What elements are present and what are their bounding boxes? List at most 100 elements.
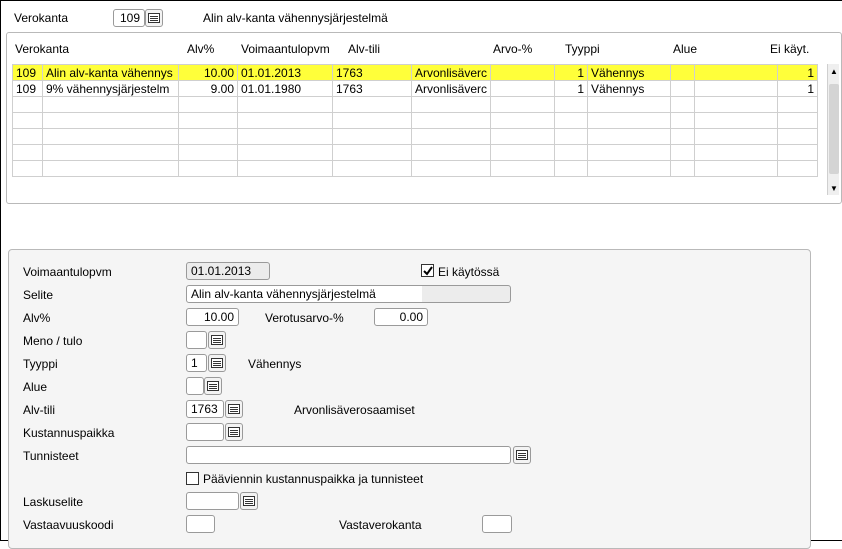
table-cell [332, 96, 412, 113]
vastaavuuskoodi-input[interactable] [186, 515, 215, 533]
alv-tili-name: Arvonlisäverosaamiset [294, 403, 415, 417]
table-cell [777, 128, 819, 145]
alue-lookup-button[interactable] [204, 377, 222, 395]
table-cell [694, 160, 779, 177]
table-cell [12, 96, 43, 113]
tunnisteet-lookup-button[interactable] [513, 446, 531, 464]
table-cell: Arvonlisäverc [410, 64, 492, 81]
table-cell [490, 128, 556, 145]
col-header-ei-kayt[interactable]: Ei käyt. [770, 42, 809, 56]
col-header-verokanta[interactable]: Verokanta [15, 42, 69, 56]
alv-tili-lookup-button[interactable] [225, 400, 243, 418]
laskuselite-lookup-button[interactable] [240, 492, 258, 510]
table-row[interactable] [12, 144, 819, 161]
vastaverokanta-input[interactable] [482, 515, 512, 533]
col-header-alv[interactable]: Alv% [187, 42, 214, 56]
list-icon [228, 404, 240, 414]
ei-kaytossa-checkbox[interactable] [421, 264, 434, 277]
checkmark-icon [422, 265, 433, 276]
table-cell [178, 144, 238, 161]
list-icon [516, 450, 528, 460]
table-cell: 1763 [332, 64, 412, 81]
kustannuspaikka-input[interactable] [186, 423, 224, 441]
table-cell [694, 64, 779, 81]
selite-label: Selite [23, 288, 54, 302]
table-cell: Alin alv-kanta vähennys [42, 64, 179, 81]
table-cell [670, 144, 696, 161]
col-header-tyyppi[interactable]: Tyyppi [565, 42, 600, 56]
table-cell [694, 96, 779, 113]
table-cell: 1 [554, 80, 589, 97]
kustannuspaikka-lookup-button[interactable] [225, 423, 243, 441]
scroll-up-icon[interactable]: ▲ [828, 64, 840, 78]
verokanta-lookup-button[interactable] [145, 9, 163, 27]
table-cell: Vähennys [587, 64, 672, 81]
table-cell: 1 [777, 64, 819, 81]
col-header-voimaantulopvm[interactable]: Voimaantulopvm [241, 42, 330, 56]
table-row[interactable]: 109 9% vähennysjärjestelm 9.00 01.01.1980 17… [12, 80, 819, 97]
table-cell [12, 160, 43, 177]
selite-input[interactable]: Alin alv-kanta vähennysjärjestelmä [186, 285, 511, 303]
table-cell [490, 144, 556, 161]
verotusarvo-input[interactable]: 0.00 [374, 308, 428, 326]
table-cell [42, 160, 179, 177]
table-row[interactable] [12, 112, 819, 129]
list-icon [243, 496, 255, 506]
table-cell [490, 80, 556, 97]
tyyppi-label: Tyyppi [23, 357, 58, 371]
meno-tulo-label: Meno / tulo [23, 334, 83, 348]
table-cell [237, 128, 333, 145]
list-icon [211, 335, 223, 345]
grid-scrollbar[interactable]: ▲ ▼ [827, 64, 839, 195]
vastaverokanta-label: Vastaverokanta [339, 518, 422, 532]
laskuselite-input[interactable] [186, 492, 239, 510]
alv-tili-input[interactable]: 1763 [186, 400, 224, 418]
col-header-arvo[interactable]: Arvo-% [493, 42, 532, 56]
tyyppi-input[interactable]: 1 [186, 354, 207, 372]
paaviennin-checkbox[interactable] [186, 472, 199, 485]
table-row[interactable] [12, 128, 819, 145]
col-header-alv-tili[interactable]: Alv-tili [348, 42, 380, 56]
alv-input[interactable]: 10.00 [186, 308, 239, 326]
table-cell [554, 96, 589, 113]
table-cell [12, 144, 43, 161]
col-header-alue[interactable]: Alue [673, 42, 697, 56]
alue-input[interactable] [186, 377, 204, 395]
table-row[interactable]: 109 Alin alv-kanta vähennys 10.00 01.01.201… [12, 64, 819, 81]
table-cell [178, 96, 238, 113]
alv-label: Alv% [23, 311, 51, 325]
table-cell [42, 144, 179, 161]
laskuselite-label: Laskuselite [23, 495, 84, 509]
table-cell [777, 112, 819, 129]
table-row[interactable] [12, 96, 819, 113]
table-cell [178, 112, 238, 129]
table-cell [178, 160, 238, 177]
table-cell [410, 112, 492, 129]
table-row[interactable] [12, 160, 819, 177]
table-cell [694, 144, 779, 161]
voimaantulopvm-field[interactable]: 01.01.2013 [186, 262, 270, 280]
table-cell [587, 160, 672, 177]
table-cell: 1 [554, 64, 589, 81]
table-cell [587, 96, 672, 113]
table-cell [587, 128, 672, 145]
meno-tulo-input[interactable] [186, 331, 207, 349]
verokanta-input[interactable]: 109 [113, 9, 145, 27]
ei-kaytossa-label: Ei käytössä [438, 265, 500, 279]
tyyppi-lookup-button[interactable] [208, 354, 226, 372]
tunnisteet-input[interactable] [186, 446, 511, 464]
voimaantulopvm-label: Voimaantulopvm [23, 265, 112, 279]
scroll-thumb[interactable] [829, 84, 839, 174]
scroll-down-icon[interactable]: ▼ [828, 181, 840, 195]
meno-tulo-lookup-button[interactable] [208, 331, 226, 349]
verotusarvo-label: Verotusarvo-% [265, 311, 344, 325]
table-cell [332, 128, 412, 145]
table-cell [237, 96, 333, 113]
table-cell [237, 112, 333, 129]
table-cell: 9.00 [178, 80, 238, 97]
table-cell [587, 144, 672, 161]
verokanta-label: Verokanta [14, 11, 69, 25]
table-cell [777, 160, 819, 177]
table-cell [777, 96, 819, 113]
table-cell [410, 128, 492, 145]
